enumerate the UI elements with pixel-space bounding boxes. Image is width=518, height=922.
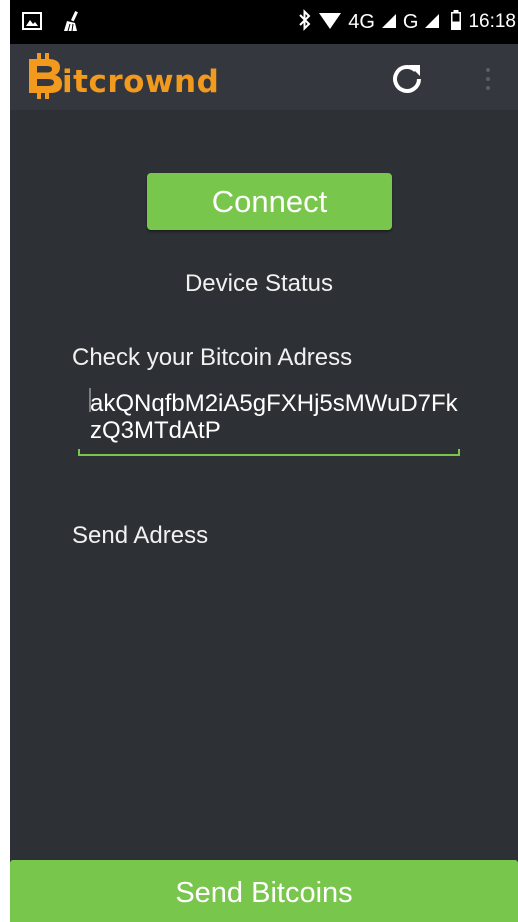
status-bar: 4G G 16:18 bbox=[10, 0, 518, 44]
status-time: 16:18 bbox=[468, 11, 516, 32]
app-screen: 4G G 16:18 itcrownd Connect Device Statu… bbox=[10, 0, 518, 922]
text-caret bbox=[89, 388, 91, 412]
input-underline bbox=[78, 454, 460, 456]
refresh-button[interactable] bbox=[386, 58, 428, 100]
signal-icon bbox=[381, 11, 397, 34]
signal-icon-2 bbox=[424, 11, 440, 34]
bluetooth-icon bbox=[298, 8, 312, 36]
bitcoin-address-value: akQNqfbM2iA5gFXHj5sMWuD7FkzQ3MTdAtP bbox=[90, 390, 458, 444]
device-status-label: Device Status bbox=[184, 270, 334, 297]
send-address-label: Send Adress bbox=[72, 522, 209, 549]
network-type-4g: 4G bbox=[348, 11, 375, 33]
app-logo-text: itcrownd bbox=[62, 64, 220, 100]
gallery-icon bbox=[22, 12, 42, 35]
refresh-icon bbox=[393, 65, 421, 93]
network-type-g: G bbox=[402, 11, 419, 33]
connect-button[interactable]: Connect bbox=[147, 173, 392, 230]
wifi-icon bbox=[318, 10, 342, 35]
cleaner-icon bbox=[60, 10, 82, 37]
send-bitcoins-button[interactable]: Send Bitcoins bbox=[10, 860, 518, 922]
app-bar: itcrownd bbox=[10, 44, 518, 110]
bitcoin-logo-icon bbox=[24, 48, 64, 104]
overflow-menu-button[interactable] bbox=[476, 58, 500, 100]
bitcoin-address-input[interactable]: akQNqfbM2iA5gFXHj5sMWuD7FkzQ3MTdAtP bbox=[78, 384, 460, 456]
battery-icon bbox=[450, 9, 462, 36]
check-address-label: Check your Bitcoin Adress bbox=[72, 344, 353, 371]
